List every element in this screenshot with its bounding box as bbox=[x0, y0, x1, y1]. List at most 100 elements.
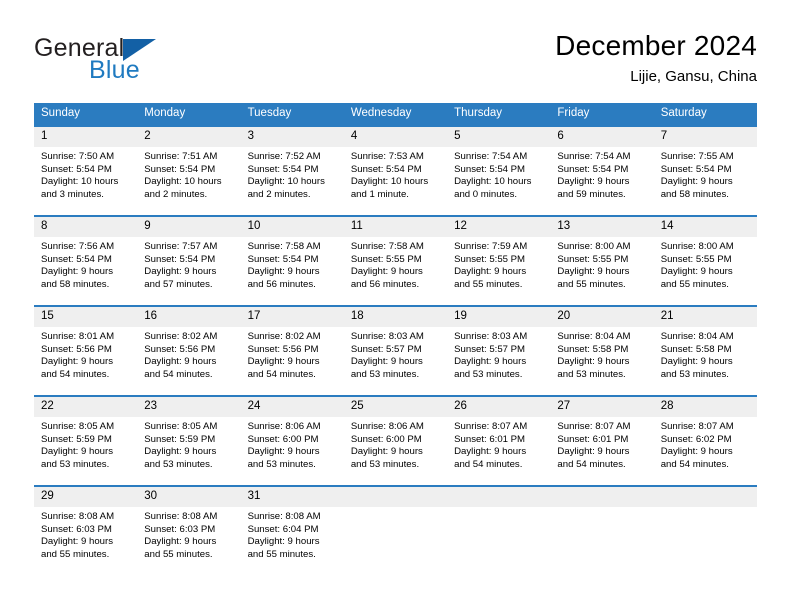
calendar-cell-inner bbox=[550, 487, 654, 563]
calendar-day-cell[interactable]: 10 Sunrise: 7:58 AM Sunset: 5:54 PM Dayligh… bbox=[240, 215, 344, 293]
daylight-text-line2: and 2 minutes. bbox=[247, 188, 311, 200]
daylight-text-line1: Daylight: 9 hours bbox=[41, 446, 113, 458]
calendar-cell-inner: 1 Sunrise: 7:50 AM Sunset: 5:54 PM Daylight… bbox=[34, 127, 138, 203]
day-details: Sunrise: 7:56 AM Sunset: 5:54 PM Daylight:… bbox=[34, 237, 137, 291]
calendar-day-cell[interactable]: 23 Sunrise: 8:05 AM Sunset: 5:59 PM Dayligh… bbox=[137, 395, 241, 473]
calendar-cell-inner: 27 Sunrise: 8:07 AM Sunset: 6:01 PM Dayligh… bbox=[550, 397, 654, 473]
calendar-day-cell[interactable]: 3 Sunrise: 7:52 AM Sunset: 5:54 PM Daylight… bbox=[240, 125, 344, 203]
sunrise-text: Sunrise: 8:04 AM bbox=[557, 331, 631, 342]
day-details: Sunrise: 8:07 AM Sunset: 6:02 PM Daylight:… bbox=[654, 417, 757, 471]
calendar-cell-empty bbox=[343, 485, 448, 563]
calendar-day-cell[interactable]: 11 Sunrise: 7:58 AM Sunset: 5:55 PM Dayligh… bbox=[343, 215, 448, 293]
sunset-text: Sunset: 5:54 PM bbox=[247, 163, 319, 175]
calendar-day-cell[interactable]: 9 Sunrise: 7:57 AM Sunset: 5:54 PM Daylight… bbox=[137, 215, 241, 293]
weekday-header-wednesday: Wednesday bbox=[343, 103, 448, 126]
day-details: Sunrise: 8:00 AM Sunset: 5:55 PM Daylight:… bbox=[654, 237, 757, 291]
day-number: 10 bbox=[240, 217, 344, 237]
general-blue-logo[interactable]: General Blue bbox=[34, 34, 214, 86]
day-number: 6 bbox=[550, 127, 654, 147]
weekday-header-sunday: Sunday bbox=[34, 103, 138, 126]
calendar-cell-inner: 21 Sunrise: 8:04 AM Sunset: 5:58 PM Dayligh… bbox=[653, 307, 757, 383]
day-number: 16 bbox=[137, 307, 241, 327]
calendar-cell-inner: 14 Sunrise: 8:00 AM Sunset: 5:55 PM Dayligh… bbox=[653, 217, 757, 293]
weekday-header-monday: Monday bbox=[137, 103, 241, 126]
day-details: Sunrise: 8:03 AM Sunset: 5:57 PM Daylight:… bbox=[447, 327, 550, 381]
day-number: 7 bbox=[653, 127, 757, 147]
calendar-day-cell[interactable]: 25 Sunrise: 8:06 AM Sunset: 6:00 PM Dayligh… bbox=[343, 395, 448, 473]
calendar-day-cell[interactable]: 30 Sunrise: 8:08 AM Sunset: 6:03 PM Dayligh… bbox=[137, 485, 241, 563]
calendar-day-cell[interactable]: 21 Sunrise: 8:04 AM Sunset: 5:58 PM Dayligh… bbox=[653, 305, 757, 383]
calendar-day-cell[interactable]: 19 Sunrise: 8:03 AM Sunset: 5:57 PM Dayligh… bbox=[447, 305, 551, 383]
calendar-cell-inner: 29 Sunrise: 8:08 AM Sunset: 6:03 PM Dayligh… bbox=[34, 487, 138, 563]
day-number: 4 bbox=[343, 127, 448, 147]
calendar-day-cell[interactable]: 13 Sunrise: 8:00 AM Sunset: 5:55 PM Dayligh… bbox=[550, 215, 654, 293]
calendar-cell-empty bbox=[447, 485, 551, 563]
sunrise-text: Sunrise: 8:06 AM bbox=[350, 421, 424, 432]
sunset-text: Sunset: 6:02 PM bbox=[660, 433, 732, 445]
calendar-day-cell[interactable]: 15 Sunrise: 8:01 AM Sunset: 5:56 PM Dayligh… bbox=[34, 305, 138, 383]
day-number: 9 bbox=[137, 217, 241, 237]
calendar-cell-inner: 26 Sunrise: 8:07 AM Sunset: 6:01 PM Dayligh… bbox=[447, 397, 551, 473]
calendar-cell-inner: 7 Sunrise: 7:55 AM Sunset: 5:54 PM Daylight… bbox=[653, 127, 757, 203]
sunset-text: Sunset: 6:01 PM bbox=[454, 433, 526, 445]
day-details: Sunrise: 8:00 AM Sunset: 5:55 PM Daylight:… bbox=[550, 237, 653, 291]
calendar-day-cell[interactable]: 14 Sunrise: 8:00 AM Sunset: 5:55 PM Dayligh… bbox=[653, 215, 757, 293]
sunset-text: Sunset: 5:56 PM bbox=[247, 343, 319, 355]
day-number: 2 bbox=[137, 127, 241, 147]
calendar-day-cell[interactable]: 1 Sunrise: 7:50 AM Sunset: 5:54 PM Daylight… bbox=[34, 125, 138, 203]
calendar-day-cell[interactable]: 8 Sunrise: 7:56 AM Sunset: 5:54 PM Daylight… bbox=[34, 215, 138, 293]
calendar-day-cell[interactable]: 7 Sunrise: 7:55 AM Sunset: 5:54 PM Daylight… bbox=[653, 125, 757, 203]
day-details: Sunrise: 7:58 AM Sunset: 5:54 PM Daylight:… bbox=[241, 237, 344, 291]
calendar-cell-inner: 28 Sunrise: 8:07 AM Sunset: 6:02 PM Dayligh… bbox=[653, 397, 757, 473]
daylight-text-line1: Daylight: 10 hours bbox=[247, 176, 325, 188]
sunrise-text: Sunrise: 7:57 AM bbox=[144, 241, 218, 252]
day-number: 12 bbox=[447, 217, 551, 237]
daylight-text-line2: and 1 minute. bbox=[350, 188, 409, 200]
calendar-day-cell[interactable]: 12 Sunrise: 7:59 AM Sunset: 5:55 PM Dayligh… bbox=[447, 215, 551, 293]
calendar-day-cell[interactable]: 29 Sunrise: 8:08 AM Sunset: 6:03 PM Dayligh… bbox=[34, 485, 138, 563]
calendar-day-cell[interactable]: 6 Sunrise: 7:54 AM Sunset: 5:54 PM Daylight… bbox=[550, 125, 654, 203]
day-number: 8 bbox=[34, 217, 138, 237]
calendar-day-cell[interactable]: 28 Sunrise: 8:07 AM Sunset: 6:02 PM Dayligh… bbox=[653, 395, 757, 473]
calendar-day-cell[interactable]: 20 Sunrise: 8:04 AM Sunset: 5:58 PM Dayligh… bbox=[550, 305, 654, 383]
calendar-day-cell[interactable]: 31 Sunrise: 8:08 AM Sunset: 6:04 PM Dayligh… bbox=[240, 485, 344, 563]
daylight-text-line2: and 55 minutes. bbox=[454, 278, 523, 290]
calendar-day-cell[interactable]: 22 Sunrise: 8:05 AM Sunset: 5:59 PM Dayligh… bbox=[34, 395, 138, 473]
sunrise-text: Sunrise: 8:02 AM bbox=[247, 331, 321, 342]
sunrise-text: Sunrise: 7:58 AM bbox=[350, 241, 424, 252]
calendar-day-cell[interactable]: 4 Sunrise: 7:53 AM Sunset: 5:54 PM Daylight… bbox=[343, 125, 448, 203]
calendar-day-cell[interactable]: 26 Sunrise: 8:07 AM Sunset: 6:01 PM Dayligh… bbox=[447, 395, 551, 473]
week-spacer bbox=[34, 473, 757, 486]
weekday-header-tuesday: Tuesday bbox=[240, 103, 344, 126]
calendar-day-cell[interactable]: 2 Sunrise: 7:51 AM Sunset: 5:54 PM Daylight… bbox=[137, 125, 241, 203]
calendar-day-cell[interactable]: 18 Sunrise: 8:03 AM Sunset: 5:57 PM Dayligh… bbox=[343, 305, 448, 383]
sunset-text: Sunset: 5:54 PM bbox=[41, 253, 112, 265]
daylight-text-line2: and 56 minutes. bbox=[247, 278, 316, 290]
daylight-text-line2: and 59 minutes. bbox=[557, 188, 626, 200]
calendar-header-row: Sunday Monday Tuesday Wednesday Thursday… bbox=[34, 103, 757, 126]
daylight-text-line2: and 58 minutes. bbox=[660, 188, 729, 200]
sunrise-text: Sunrise: 8:07 AM bbox=[660, 421, 734, 432]
sunrise-text: Sunrise: 7:53 AM bbox=[350, 151, 424, 162]
sunrise-text: Sunrise: 8:08 AM bbox=[144, 511, 218, 522]
calendar-day-cell[interactable]: 24 Sunrise: 8:06 AM Sunset: 6:00 PM Dayligh… bbox=[240, 395, 344, 473]
calendar-cell-inner: 20 Sunrise: 8:04 AM Sunset: 5:58 PM Dayligh… bbox=[550, 307, 654, 383]
calendar-day-cell[interactable]: 27 Sunrise: 8:07 AM Sunset: 6:01 PM Dayligh… bbox=[550, 395, 654, 473]
calendar-body: 1 Sunrise: 7:50 AM Sunset: 5:54 PM Daylight… bbox=[34, 125, 757, 563]
daylight-text-line2: and 53 minutes. bbox=[247, 458, 316, 470]
sunset-text: Sunset: 6:04 PM bbox=[247, 523, 319, 535]
week-spacer-cell bbox=[34, 473, 757, 486]
day-number: 26 bbox=[447, 397, 551, 417]
calendar-cell-inner: 12 Sunrise: 7:59 AM Sunset: 5:55 PM Dayligh… bbox=[447, 217, 551, 293]
daylight-text-line1: Daylight: 9 hours bbox=[350, 356, 423, 368]
week-spacer bbox=[34, 293, 757, 306]
sunrise-text: Sunrise: 8:04 AM bbox=[660, 331, 734, 342]
daylight-text-line1: Daylight: 9 hours bbox=[454, 446, 527, 458]
calendar-day-cell[interactable]: 5 Sunrise: 7:54 AM Sunset: 5:54 PM Daylight… bbox=[447, 125, 551, 203]
sunset-text: Sunset: 5:55 PM bbox=[454, 253, 526, 265]
daylight-text-line1: Daylight: 9 hours bbox=[247, 536, 320, 548]
calendar-day-cell[interactable]: 16 Sunrise: 8:02 AM Sunset: 5:56 PM Dayligh… bbox=[137, 305, 241, 383]
daylight-text-line2: and 55 minutes. bbox=[41, 548, 110, 560]
calendar-day-cell[interactable]: 17 Sunrise: 8:02 AM Sunset: 5:56 PM Dayligh… bbox=[240, 305, 344, 383]
day-number: 28 bbox=[653, 397, 757, 417]
